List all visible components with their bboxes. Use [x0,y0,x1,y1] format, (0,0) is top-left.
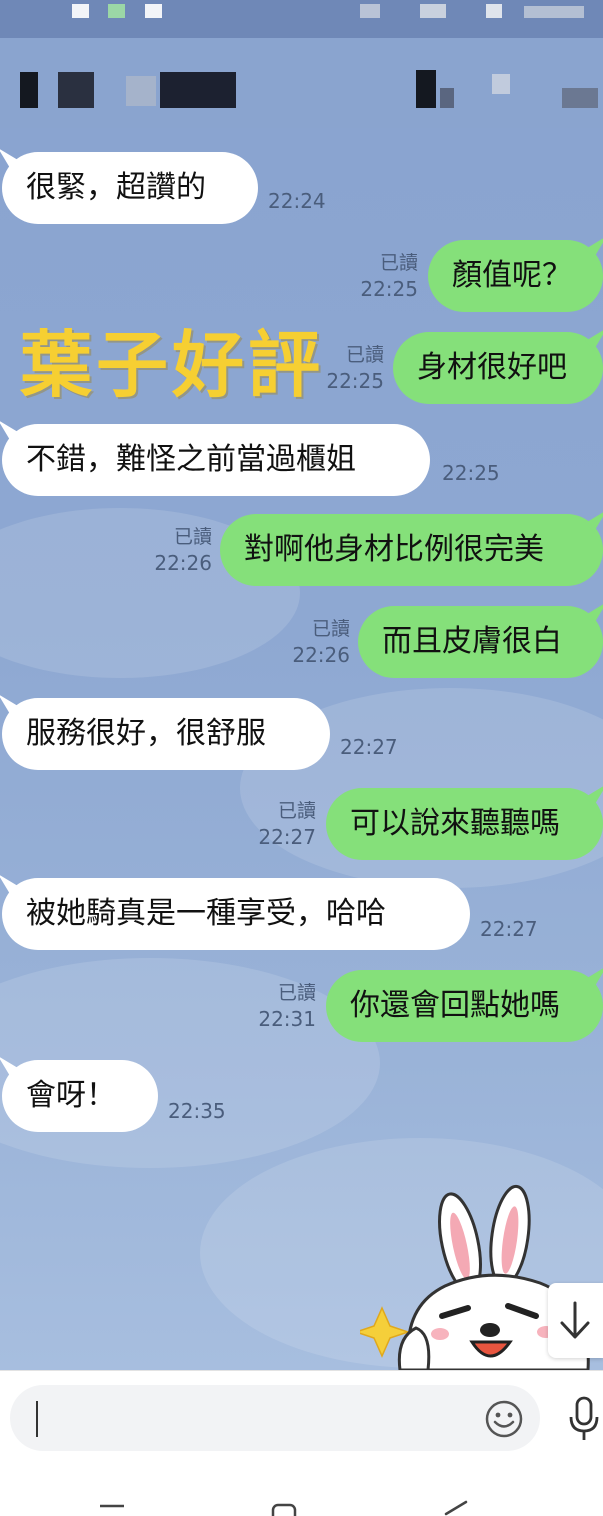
message-time: 22:25 [360,277,418,301]
home-icon[interactable] [270,1502,298,1516]
message-bubble-incoming[interactable]: 會呀！ [2,1060,158,1132]
status-icon [524,6,584,18]
obscured-contact-name [160,72,236,108]
message-time: 22:27 [258,825,316,849]
status-icon [420,4,446,18]
obscured-call-icon[interactable] [440,88,454,108]
message-meta: 已讀 22:26 [280,616,350,668]
obscured-call-icon[interactable] [416,70,436,108]
message-input[interactable] [10,1385,540,1451]
message-bubble-outgoing[interactable]: 而且皮膚很白 [358,606,603,678]
message-time: 22:25 [326,369,384,393]
message-time: 22:24 [268,189,326,213]
message-time: 22:31 [258,1007,316,1031]
status-icon [108,4,125,18]
message-time: 22:27 [480,917,538,941]
read-receipt: 已讀 [345,344,384,366]
message-meta: 已讀 22:31 [246,980,316,1032]
read-receipt: 已讀 [277,800,316,822]
message-bubble-incoming[interactable]: 服務很好，很舒服 [2,698,330,770]
read-receipt: 已讀 [379,252,418,274]
status-icon [360,4,380,18]
message-time: 22:26 [154,551,212,575]
obscured-contact-name [58,72,94,108]
read-receipt: 已讀 [277,982,316,1004]
message-meta: 已讀 22:27 [246,798,316,850]
text-caret [36,1401,38,1437]
chat-header [0,38,603,128]
message-bubble-outgoing[interactable]: 身材很好吧 [393,332,603,404]
message-bubble-incoming[interactable]: 不錯，難怪之前當過櫃姐 [2,424,430,496]
read-receipt: 已讀 [311,618,350,640]
message-bubble-outgoing[interactable]: 顏值呢？ [428,240,603,312]
obscured-menu-icon[interactable] [562,88,598,108]
message-bubble-incoming[interactable]: 被她騎真是一種享受，哈哈 [2,878,470,950]
message-meta: 已讀 22:25 [314,342,384,394]
obscured-search-icon[interactable] [492,74,510,94]
message-meta: 已讀 22:26 [142,524,212,576]
message-bubble-outgoing[interactable]: 可以說來聽聽嗎 [326,788,603,860]
scroll-down-button[interactable] [548,1283,603,1358]
message-meta: 已讀 22:25 [350,250,418,302]
message-bubble-incoming[interactable]: 很緊，超讚的 [2,152,258,224]
status-icon [72,4,89,18]
message-composer [0,1370,603,1464]
status-bar [0,0,603,38]
message-time: 22:26 [292,643,350,667]
microphone-icon[interactable] [566,1395,602,1443]
back-icon[interactable] [440,1500,470,1516]
recents-icon[interactable] [98,1500,126,1516]
message-bubble-outgoing[interactable]: 你還會回點她嗎 [326,970,603,1042]
message-time: 22:27 [340,735,398,759]
obscured-contact-name [126,76,156,106]
status-icon [145,4,162,18]
watermark-text: 葉子好評 [20,323,325,407]
arrow-down-icon [560,1301,590,1339]
status-icon [486,4,502,18]
message-bubble-outgoing[interactable]: 對啊他身材比例很完美 [220,514,603,586]
message-time: 22:25 [442,461,500,485]
chat-area[interactable]: 葉子好評 很緊，超讚的 22:24 顏值呢？ 已讀 22:25 身材很好吧 已讀… [0,128,603,1370]
read-receipt: 已讀 [173,526,212,548]
navigation-bar [0,1464,603,1516]
obscured-back-button[interactable] [20,72,38,108]
message-time: 22:35 [168,1099,226,1123]
smiley-icon[interactable] [484,1399,524,1439]
